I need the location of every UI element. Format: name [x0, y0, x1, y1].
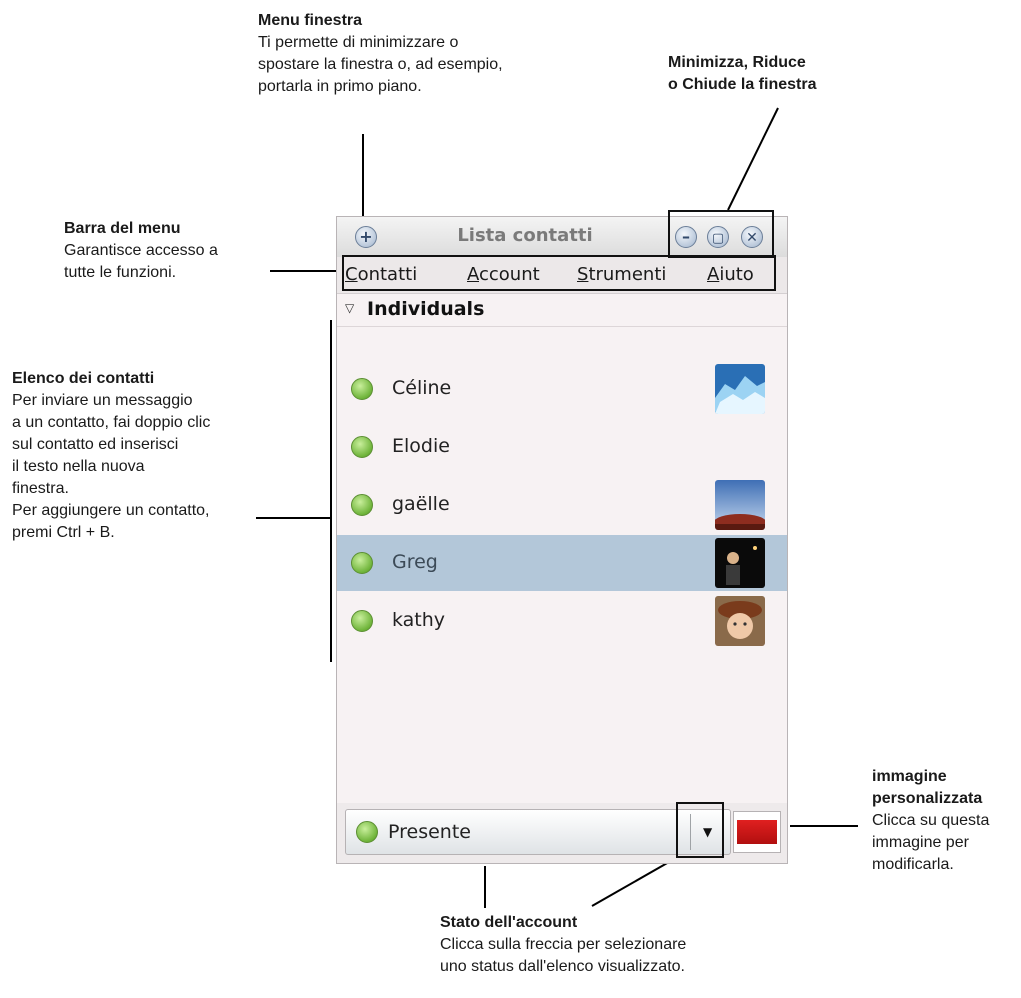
- contact-name: kathy: [392, 609, 446, 631]
- group-label: Individuals: [367, 298, 485, 320]
- group-header[interactable]: ▽ Individuals: [337, 294, 787, 327]
- contact-row-selected[interactable]: Greg: [337, 535, 787, 591]
- contact-row[interactable]: gaëlle: [337, 477, 787, 533]
- available-status-icon: [351, 552, 373, 574]
- contact-row[interactable]: Céline: [337, 361, 787, 417]
- annotation-body: Ti permette di minimizzare o spostare la…: [258, 34, 503, 95]
- annotation-title: Elenco dei contatti: [12, 370, 155, 387]
- contact-name: gaëlle: [392, 493, 450, 515]
- annotation-title: Menu finestra: [258, 12, 363, 29]
- annotation-window-controls: Minimizza, Riduce o Chiude la finestra: [668, 52, 888, 96]
- contact-avatar: [715, 364, 765, 414]
- annotation-title: Barra del menu: [64, 220, 181, 237]
- annotation-body: Clicca su questa immagine per modificarl…: [872, 812, 990, 873]
- status-selector[interactable]: Presente ▼: [345, 809, 731, 855]
- annotation-body: Clicca sulla freccia per selezionare uno…: [440, 936, 687, 975]
- annotation-contact-list: Elenco dei contatti Per inviare un messa…: [12, 368, 302, 544]
- highlight-menubar: [342, 255, 776, 291]
- annotation-title: Minimizza, Riduce o Chiude la finestra: [668, 54, 817, 93]
- contact-name: Elodie: [392, 435, 450, 457]
- status-label: Presente: [388, 821, 471, 843]
- user-avatar-button[interactable]: [733, 811, 781, 853]
- available-status-icon: [351, 378, 373, 400]
- contact-name: Céline: [392, 377, 452, 399]
- annotation-title: immagine personalizzata: [872, 768, 983, 807]
- contact-row[interactable]: Elodie: [337, 419, 787, 475]
- annotation-window-menu: Menu finestra Ti permette di minimizzare…: [258, 10, 588, 98]
- contact-list-window: + Lista contatti – ▢ ✕ Contatti Account …: [336, 216, 788, 864]
- annotation-menubar: Barra del menu Garantisce accesso a tutt…: [64, 218, 274, 284]
- highlight-status-dropdown: [676, 802, 724, 858]
- annotation-body: Per inviare un messaggio a un contatto, …: [12, 392, 211, 541]
- user-avatar-image: [737, 820, 777, 844]
- annotation-body: Garantisce accesso a tutte le funzioni.: [64, 242, 218, 281]
- available-status-icon: [351, 610, 373, 632]
- available-status-icon: [356, 821, 378, 843]
- available-status-icon: [351, 494, 373, 516]
- highlight-window-controls: [668, 210, 774, 258]
- window-title: Lista contatti: [457, 225, 593, 246]
- annotation-custom-image: immagine personalizzata Clicca su questa…: [872, 766, 1017, 876]
- available-status-icon: [351, 436, 373, 458]
- expander-triangle-icon[interactable]: ▽: [345, 301, 354, 315]
- annotation-account-status: Stato dell'account Clicca sulla freccia …: [440, 912, 780, 978]
- contact-name: Greg: [392, 551, 438, 573]
- annotation-title: Stato dell'account: [440, 914, 578, 931]
- contact-row[interactable]: kathy: [337, 593, 787, 649]
- contact-avatar: [715, 538, 765, 588]
- contact-avatar: [715, 596, 765, 646]
- contact-avatar: [715, 480, 765, 530]
